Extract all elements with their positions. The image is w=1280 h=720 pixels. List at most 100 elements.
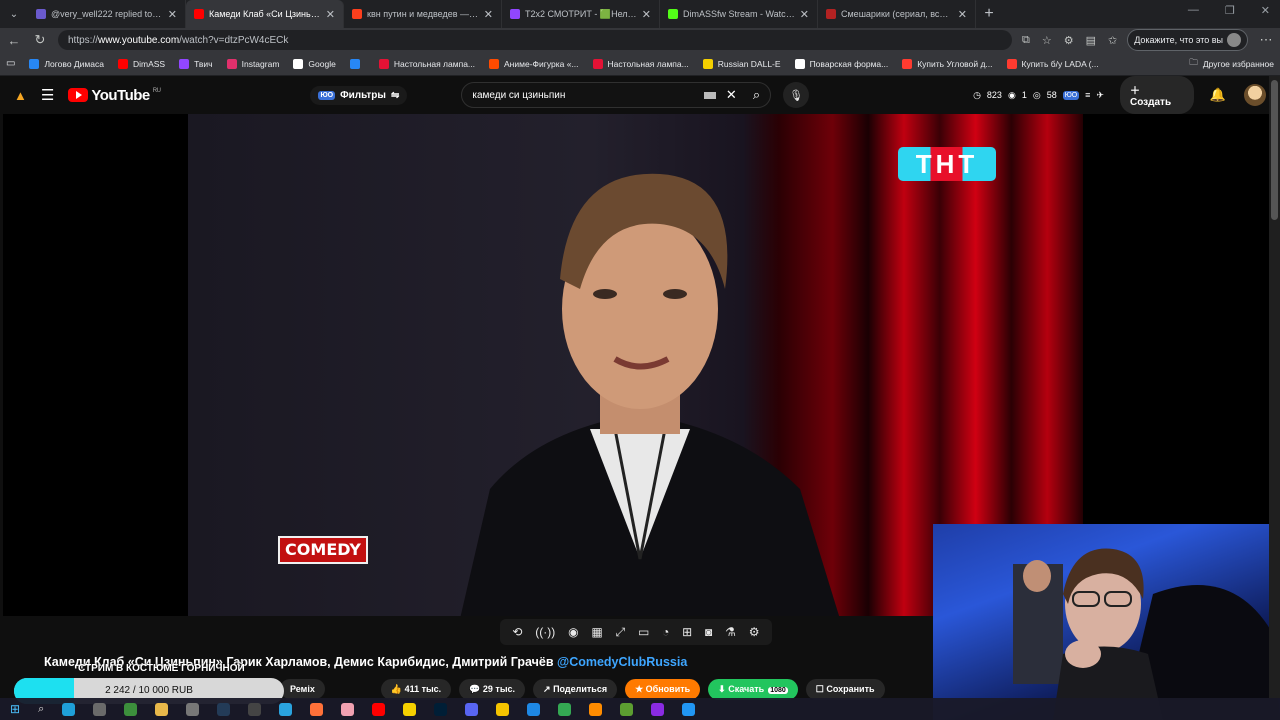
browser-tab[interactable]: Смешарики (сериал, все серии, 2 ✕ <box>818 0 976 28</box>
bookmark-item[interactable]: Твич <box>179 58 213 69</box>
bookmark-item[interactable] <box>349 58 365 69</box>
minimize-icon[interactable]: — <box>1188 4 1199 17</box>
start-icon[interactable]: ⊞ <box>10 702 20 716</box>
steam-taskbar-icon[interactable] <box>217 702 231 716</box>
search-box[interactable]: камеди си цзиньпин ✕ ⌕ <box>461 82 772 108</box>
bookmark-item[interactable]: Купить Угловой д... <box>902 58 993 69</box>
remix-button[interactable]: Ремix <box>280 679 325 699</box>
bookmark-item[interactable]: Купить б/у LADA (... <box>1006 58 1099 69</box>
bookmark-item[interactable]: Аниме-Фигурка «... <box>489 58 579 69</box>
app-gray-taskbar-icon[interactable] <box>186 702 200 716</box>
minecraft-taskbar-icon[interactable] <box>620 702 634 716</box>
chrome-taskbar-icon[interactable] <box>558 702 572 716</box>
speed-icon[interactable]: ◔ <box>662 625 669 639</box>
bookmark-item[interactable]: Instagram <box>226 58 279 69</box>
list-icon[interactable]: ≡ <box>1085 90 1090 100</box>
tab-close-icon[interactable]: ✕ <box>484 8 493 21</box>
theater-icon[interactable]: ▭ <box>638 625 649 639</box>
browser-tab[interactable]: DimASSfw Stream - Watch Live on ✕ <box>660 0 818 28</box>
add-icon[interactable]: ⊞ <box>682 625 692 639</box>
explorer-taskbar-icon[interactable] <box>93 702 107 716</box>
screenshot-icon[interactable]: ◙ <box>705 625 712 639</box>
triangle-app-taskbar-icon[interactable] <box>651 702 665 716</box>
photoshop-taskbar-icon[interactable] <box>434 702 448 716</box>
bookmark-item[interactable]: Настольная лампа... <box>378 58 475 69</box>
browser-tab[interactable]: квн путин и медведев — Яндекс ✕ <box>344 0 502 28</box>
settings-gear-icon[interactable]: ⚙ <box>749 625 760 639</box>
profile-button[interactable]: Докажите, что это вы <box>1127 29 1248 51</box>
browser-tab[interactable]: Камеди Клаб «Си Цзиньпин ✕ <box>186 0 344 28</box>
audio-icon[interactable]: ((·)) <box>535 625 555 639</box>
new-tab-button[interactable]: + <box>976 5 1002 23</box>
collections-icon[interactable]: ▭ <box>6 58 15 69</box>
telegram-taskbar-icon[interactable] <box>279 702 293 716</box>
favorites-icon[interactable]: ✩ <box>1108 34 1117 47</box>
notifications-bell-icon[interactable]: 🔔 <box>1210 87 1226 103</box>
filters-button[interactable]: ЮО Фильтры ⇋ <box>310 85 408 105</box>
files-taskbar-icon[interactable] <box>155 702 169 716</box>
flask-icon[interactable]: ⚗ <box>725 625 736 639</box>
page-scrollbar[interactable] <box>1269 76 1280 698</box>
reload-icon[interactable]: ↻ <box>32 32 48 48</box>
loop-icon[interactable]: ⟲ <box>512 625 522 639</box>
discord-taskbar-icon[interactable] <box>465 702 479 716</box>
account-avatar[interactable] <box>1244 84 1266 106</box>
download-resolution[interactable]: 1080 <box>768 686 788 694</box>
cast-icon[interactable]: ✈ <box>1096 90 1104 101</box>
extension-stats[interactable]: ◷ 823 ◉ 1 ◎ 58 ЮО ≡ ✈ <box>973 90 1104 101</box>
yellow-app-taskbar-icon[interactable] <box>496 702 510 716</box>
blue-app-taskbar-icon[interactable] <box>682 702 696 716</box>
create-button[interactable]: ＋ Создать <box>1119 76 1194 114</box>
back-icon[interactable]: ← <box>6 33 22 48</box>
channel-link[interactable]: @ComedyClubRussia <box>557 655 687 669</box>
tab-close-icon[interactable]: ✕ <box>168 8 177 21</box>
search-app-taskbar-icon[interactable] <box>589 702 603 716</box>
extensions-icon[interactable]: ⚙ <box>1064 34 1074 47</box>
browser-tab[interactable]: T2x2 СМОТРИТ - 🟩Нелегалом в ✕ <box>502 0 660 28</box>
tab-close-icon[interactable]: ✕ <box>958 8 967 21</box>
download-button[interactable]: ⬇ Скачать 1080 <box>708 678 798 700</box>
menu-dots-icon[interactable]: ⋯ <box>1258 32 1274 48</box>
scrollbar-thumb[interactable] <box>1271 80 1278 220</box>
bookmark-item[interactable]: Russian DALL-E <box>702 58 781 69</box>
share-button[interactable]: ↗ Поделиться <box>533 678 618 700</box>
resize-icon[interactable]: ⤢ <box>616 625 626 640</box>
bookmark-item[interactable]: Поварская форма... <box>794 58 888 69</box>
close-window-icon[interactable]: ✕ <box>1261 4 1270 17</box>
youtube-taskbar-icon[interactable] <box>372 702 386 716</box>
update-button[interactable]: ★ Обновить <box>625 678 701 700</box>
warning-icon[interactable]: ▲ <box>14 88 27 103</box>
split-screen-icon[interactable]: ▤ <box>1086 34 1096 47</box>
cinema-icon[interactable]: ▦ <box>591 625 602 639</box>
bookmark-item[interactable]: DimASS <box>117 58 165 69</box>
address-bar[interactable]: https://www.youtube.com/watch?v=dtzPcW4c… <box>58 30 1012 50</box>
search-input[interactable]: камеди си цзиньпин <box>472 90 704 101</box>
obs-taskbar-icon[interactable] <box>248 702 262 716</box>
comments-button[interactable]: 💬 29 тыс. <box>459 678 526 700</box>
tab-list-icon[interactable]: ⌄ <box>6 9 22 20</box>
tab-close-icon[interactable]: ✕ <box>800 8 809 21</box>
game-taskbar-icon[interactable] <box>341 702 355 716</box>
tab-close-icon[interactable]: ✕ <box>326 8 335 21</box>
like-button[interactable]: 👍 411 тыс. <box>380 678 452 700</box>
sun-taskbar-icon[interactable] <box>403 702 417 716</box>
bookmark-item[interactable]: Логово Димаса <box>29 58 104 69</box>
bookmark-item[interactable]: Google <box>293 58 336 69</box>
save-button[interactable]: ☐ Сохранить <box>805 678 885 700</box>
clear-search-icon[interactable]: ✕ <box>726 87 737 103</box>
browser-tab[interactable]: @very_well222 replied to you ✕ <box>28 0 186 28</box>
eye-toggle-icon[interactable]: ◉ <box>568 625 578 639</box>
youtube-logo[interactable]: YouTube RU <box>68 87 161 104</box>
hamburger-menu-icon[interactable]: ☰ <box>41 86 54 104</box>
keyboard-icon[interactable] <box>703 91 716 99</box>
app-green-taskbar-icon[interactable] <box>124 702 138 716</box>
messenger-taskbar-icon[interactable] <box>527 702 541 716</box>
edge-taskbar-icon[interactable] <box>62 702 76 716</box>
other-bookmarks-folder[interactable]: 🗀 Другое избранное <box>1189 57 1274 71</box>
search-taskbar-icon[interactable]: ⌕ <box>38 703 44 716</box>
voice-search-button[interactable]: 🎙 <box>783 82 810 108</box>
bookmark-item[interactable]: Настольная лампа... <box>592 58 689 69</box>
maximize-icon[interactable]: ❐ <box>1225 4 1235 17</box>
install-app-icon[interactable]: ⧉ <box>1022 34 1030 47</box>
firefox-taskbar-icon[interactable] <box>310 702 324 716</box>
